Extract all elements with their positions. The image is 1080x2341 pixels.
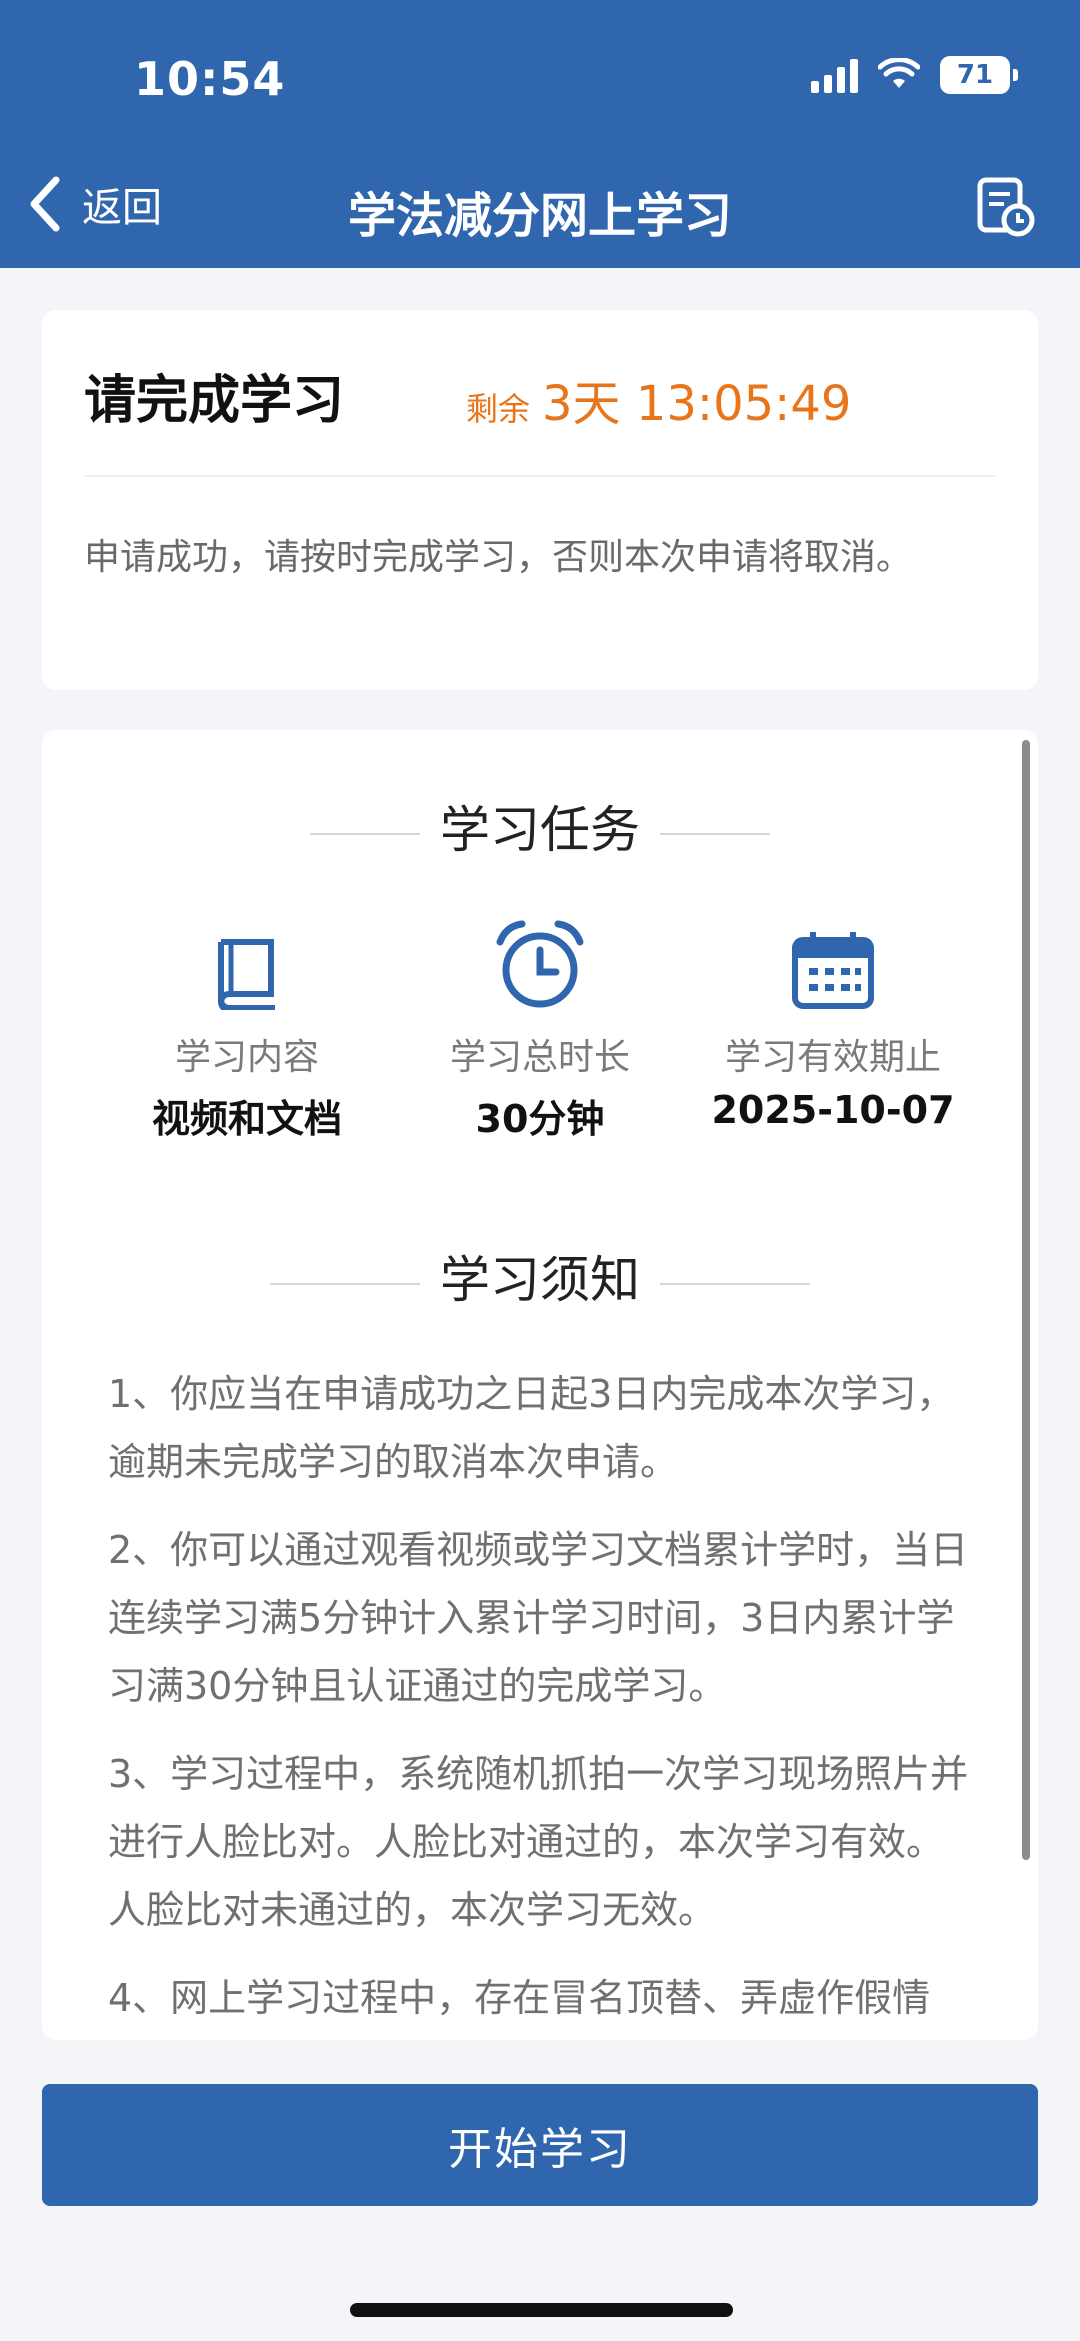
status-icons: 71 (811, 56, 1018, 94)
stat-label: 学习内容 (174, 1037, 319, 1078)
remaining-value: 3天 13:05:49 (542, 376, 852, 432)
rules-section-title-text: 学习须知 (440, 1251, 640, 1309)
title-line-right (660, 1282, 810, 1285)
countdown-title: 请完成学习 (84, 371, 345, 431)
task-section-title-text: 学习任务 (440, 801, 640, 859)
rules-list: 1、你应当在申请成功之日起3日内完成本次学习，逾期未完成学习的取消本次申请。 2… (108, 1360, 974, 2040)
status-time: 10:54 (134, 52, 286, 106)
wifi-icon (878, 58, 920, 88)
stat-value: 30分钟 (475, 1097, 605, 1141)
title-line-left (270, 1282, 420, 1285)
rule-item: 3、学习过程中，系统随机抓拍一次学习现场照片并进行人脸比对。人脸比对通过的，本次… (108, 1752, 969, 1932)
app-header: 10:54 71 返回 学法减分网上学习 (0, 0, 1080, 268)
rule-item: 4、网上学习过程中，存在冒名顶替、弄虚作假情 (108, 1976, 931, 2020)
remaining-label: 剩余 (466, 390, 531, 428)
stat-study-content: 学习内容 视频和文档 (82, 920, 412, 1143)
stat-valid-until: 学习有效期止 2025-10-07 (668, 920, 998, 1132)
record-clock-icon (977, 177, 1035, 237)
stat-value: 视频和文档 (151, 1097, 342, 1141)
home-indicator[interactable] (350, 2303, 733, 2317)
stat-value: 2025-10-07 (711, 1088, 955, 1132)
rule-item: 1、你应当在申请成功之日起3日内完成本次学习，逾期未完成学习的取消本次申请。 (108, 1372, 955, 1484)
stat-total-duration: 学习总时长 30分钟 (375, 920, 705, 1143)
countdown-card: 请完成学习 剩余 3天 13:05:49 申请成功，请按时完成学习，否则本次申请… (42, 310, 1038, 690)
study-record-button[interactable] (976, 176, 1036, 242)
countdown-timer: 剩余 3天 13:05:49 (466, 364, 851, 434)
battery-icon: 71 (940, 56, 1018, 94)
start-study-button[interactable]: 开始学习 (42, 2084, 1038, 2206)
task-card[interactable]: 学习任务 学习内容 视频和文档 学习总时长 30分钟 学习有效期止 2025-1… (42, 730, 1038, 2040)
title-line-left (310, 832, 420, 835)
stat-label: 学习有效期止 (724, 1037, 941, 1078)
page-title: 学法减分网上学习 (347, 188, 732, 244)
application-notice: 申请成功，请按时完成学习，否则本次申请将取消。 (84, 537, 913, 578)
stat-label: 学习总时长 (449, 1037, 630, 1078)
alarm-clock-icon (496, 920, 584, 1008)
title-line-right (660, 832, 770, 835)
calendar-icon (792, 932, 874, 1009)
rules-section-title: 学习须知 (42, 1240, 1038, 1312)
cellular-signal-icon (811, 57, 858, 93)
task-section-title: 学习任务 (42, 790, 1038, 862)
rule-item: 2、你可以通过观看视频或学习文档累计学时，当日连续学习满5分钟计入累计学习时间，… (108, 1528, 969, 1708)
divider (84, 475, 996, 477)
book-icon (218, 939, 275, 1010)
